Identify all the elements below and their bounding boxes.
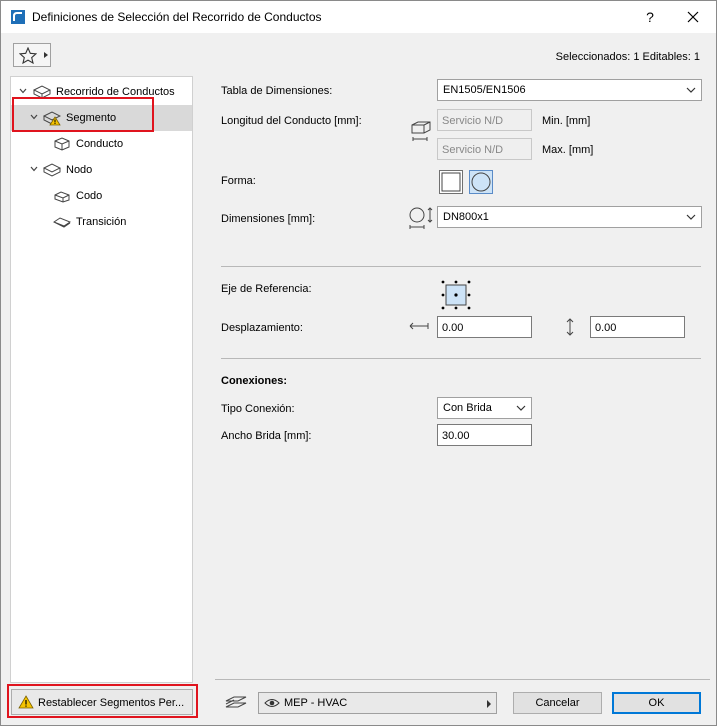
offset-label: Desplazamiento: [221, 322, 303, 334]
circle-icon [471, 172, 491, 192]
duct-icon [54, 137, 70, 151]
dimension-table-value: EN1505/EN1506 [443, 84, 526, 96]
ok-button[interactable]: OK [612, 692, 701, 714]
reference-axis-label: Eje de Referencia: [221, 283, 312, 295]
vertical-offset-icon [566, 318, 574, 336]
horizontal-offset-icon [409, 322, 429, 330]
favorites-button[interactable] [13, 43, 51, 67]
eye-icon [264, 699, 280, 707]
vertical-offset-value: 0.00 [595, 322, 617, 334]
dimension-table-label: Tabla de Dimensiones: [221, 85, 333, 97]
chevron-down-icon [686, 214, 696, 220]
tree-item-label: Transición [76, 216, 127, 228]
chevron-right-icon [44, 52, 48, 58]
tree-item-elbow[interactable]: Codo [11, 183, 192, 209]
dialog-window: Definiciones de Selección del Recorrido … [0, 0, 717, 726]
max-length-value: Servicio N/D [442, 144, 504, 156]
connection-type-value: Con Brida [443, 402, 492, 414]
shape-circular-button[interactable] [469, 170, 493, 194]
dimensions-label: Dimensiones [mm]: [221, 213, 316, 225]
flange-width-value: 30.00 [442, 430, 470, 442]
title-bar: Definiciones de Selección del Recorrido … [1, 1, 716, 33]
tree-item-transition[interactable]: Transición [11, 209, 192, 235]
connections-heading: Conexiones: [221, 375, 288, 387]
max-length-unit: Max. [mm] [542, 144, 594, 156]
shape-label: Forma: [221, 175, 256, 187]
connection-type-select[interactable]: Con Brida [437, 397, 532, 419]
duct-length-icon [411, 121, 431, 141]
max-length-field[interactable]: Servicio N/D [437, 138, 532, 160]
close-icon [687, 11, 699, 23]
dimensions-icon [409, 207, 433, 229]
tree-item-label: Conducto [76, 138, 124, 150]
chevron-right-icon [487, 700, 491, 708]
horizontal-offset-field[interactable]: 0.00 [437, 316, 532, 338]
chevron-down-icon [686, 87, 696, 93]
footer-separator [215, 679, 710, 680]
tree-item-duct[interactable]: Conducto [11, 131, 192, 157]
flange-width-label: Ancho Brida [mm]: [221, 430, 312, 442]
min-length-value: Servicio N/D [442, 115, 504, 127]
tree-item-node[interactable]: Nodo [11, 157, 192, 183]
connection-type-label: Tipo Conexión: [221, 403, 295, 415]
cancel-button[interactable]: Cancelar [513, 692, 602, 714]
chevron-down-icon [516, 405, 526, 411]
layer-select[interactable]: MEP - HVAC [258, 692, 497, 714]
reference-axis-picker[interactable] [440, 279, 472, 311]
dimension-table-select[interactable]: EN1505/EN1506 [437, 79, 702, 101]
chevron-down-icon [19, 88, 27, 94]
duct-length-label: Longitud del Conducto [mm]: [221, 115, 362, 127]
square-icon [441, 172, 461, 192]
dimensions-value: DN800x1 [443, 211, 489, 223]
chevron-down-icon [30, 166, 38, 172]
horizontal-offset-value: 0.00 [442, 322, 464, 334]
tree-item-label: Codo [76, 190, 103, 202]
settings-tree: Recorrido de Conductos Segmento Conducto… [10, 76, 193, 683]
highlight-box-segment [12, 97, 154, 132]
dimensions-select[interactable]: DN800x1 [437, 206, 702, 228]
min-length-field[interactable]: Servicio N/D [437, 109, 532, 131]
elbow-icon [54, 191, 70, 203]
transition-icon [53, 217, 71, 228]
tree-item-label: Nodo [66, 164, 93, 176]
separator [221, 358, 701, 359]
vertical-offset-field[interactable]: 0.00 [590, 316, 685, 338]
min-length-unit: Min. [mm] [542, 115, 591, 127]
flange-width-field[interactable]: 30.00 [437, 424, 532, 446]
layers-icon [225, 696, 247, 708]
window-title: Definiciones de Selección del Recorrido … [32, 10, 322, 24]
node-icon [43, 163, 61, 177]
settings-panel: Tabla de Dimensiones: EN1505/EN1506 Long… [205, 76, 711, 683]
close-button[interactable] [675, 5, 711, 29]
separator [221, 266, 701, 267]
help-button[interactable]: ? [635, 5, 665, 29]
star-icon [19, 47, 37, 64]
app-icon [11, 10, 25, 24]
layer-value: MEP - HVAC [284, 697, 348, 709]
highlight-box-reset [7, 684, 198, 718]
selection-status: Seleccionados: 1 Editables: 1 [555, 51, 700, 63]
shape-rectangular-button[interactable] [439, 170, 463, 194]
